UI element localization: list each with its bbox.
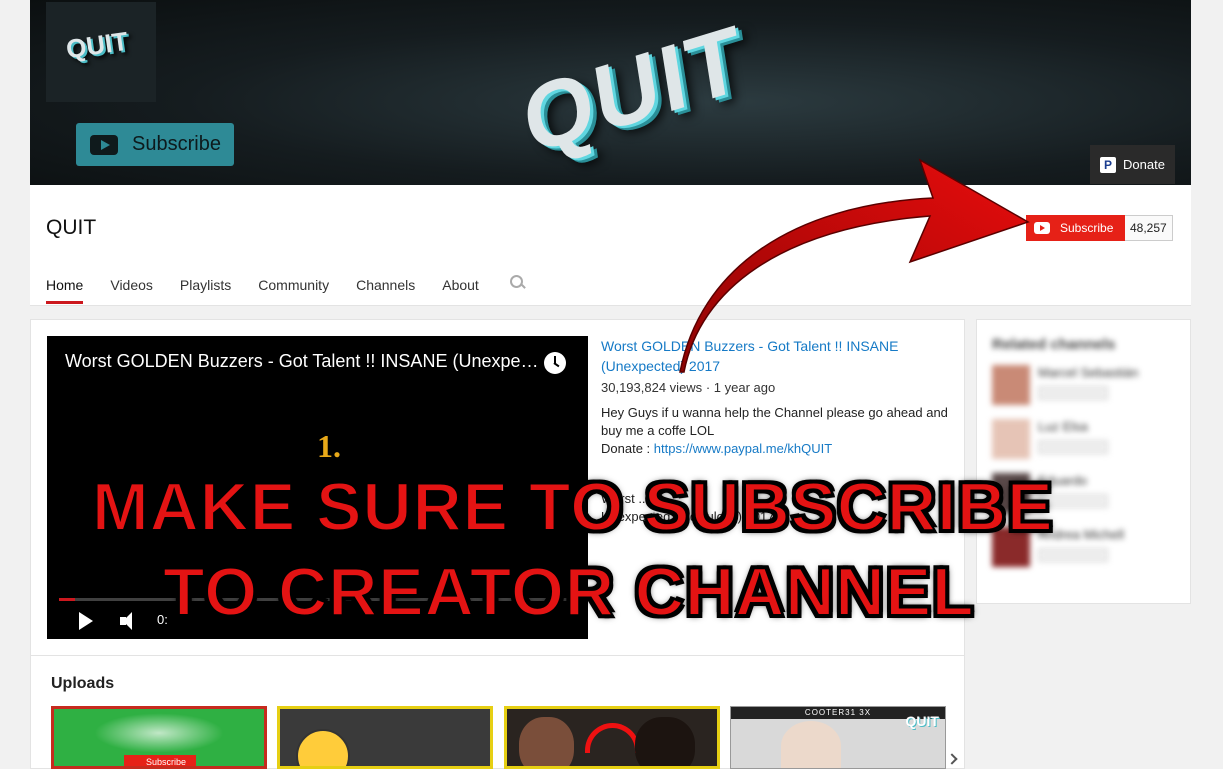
related-avatar — [992, 419, 1030, 459]
related-name: Marcel Sebastián — [1038, 365, 1139, 380]
related-heading: Related channels — [992, 336, 1116, 353]
upload-age: 1 year ago — [713, 380, 776, 395]
play-icon[interactable] — [79, 612, 93, 630]
related-avatar — [992, 365, 1030, 405]
related-channel-item[interactable]: Andrea Michell — [992, 527, 1175, 567]
tab-community[interactable]: Community — [258, 277, 329, 304]
youtube-play-icon — [1034, 222, 1050, 234]
meta-separator: · — [705, 380, 714, 395]
related-channels: Related channels Marcel Sebastián Luz El… — [976, 319, 1191, 604]
search-icon[interactable] — [508, 273, 526, 291]
video-description: Hey Guys if u wanna help the Channel ple… — [601, 404, 956, 458]
thumbnail-subscribe-label: Subscribe — [124, 755, 196, 766]
view-count: 30,193,824 views — [601, 380, 703, 395]
red-arrow-icon — [585, 723, 640, 753]
video-frame-rank: 1. — [317, 428, 341, 464]
subscribe-button-group[interactable]: Subscribe 48,257 — [1026, 215, 1173, 241]
uploads-section: Uploads Subscribe COOTER31 3X QUIT — [30, 656, 965, 769]
video-description-more: Worst ... Unexpected, Ridiculous) 2017 — [601, 490, 956, 526]
tab-about[interactable]: About — [442, 277, 479, 304]
description-extra-line: Worst ... — [601, 491, 650, 506]
description-extra-line: Unexpected, Ridiculous) 2017 — [601, 509, 775, 524]
banner-subscribe-label: Subscribe — [132, 133, 221, 155]
youtube-play-icon — [90, 134, 118, 155]
banner-subscribe-graphic: Subscribe — [76, 123, 234, 166]
thumbnail-person — [635, 717, 695, 766]
tab-playlists[interactable]: Playlists — [180, 277, 231, 304]
related-channel-item[interactable]: Marcel Sebastián — [992, 365, 1175, 405]
description-line: Hey Guys if u wanna help the Channel ple… — [601, 405, 948, 438]
uploads-heading: Uploads — [51, 675, 115, 692]
related-channel-item[interactable]: Eduardo — [992, 473, 1175, 513]
related-subscribe-button[interactable] — [1038, 440, 1108, 454]
related-subscribe-button[interactable] — [1038, 386, 1108, 400]
clock-icon[interactable] — [544, 352, 566, 374]
thumbnail-person — [781, 721, 841, 768]
channel-avatar[interactable]: QUIT — [46, 2, 156, 102]
donate-line: Donate : https://www.paypal.me/khQUIT — [601, 440, 956, 458]
related-blur: Related channels Marcel Sebastián Luz El… — [992, 336, 1175, 567]
related-name: Andrea Michell — [1038, 527, 1124, 542]
tab-videos[interactable]: Videos — [110, 277, 153, 304]
channel-header: QUIT Subscribe 48,257 Home Videos Playli… — [30, 185, 1191, 306]
tab-channels[interactable]: Channels — [356, 277, 415, 304]
subscriber-count: 48,257 — [1125, 215, 1173, 241]
shocked-emoji-icon — [296, 729, 350, 766]
donate-button[interactable]: P Donate — [1090, 145, 1175, 184]
channel-title: QUIT — [46, 216, 97, 239]
related-name: Eduardo — [1038, 473, 1088, 488]
paypal-icon: P — [1100, 156, 1117, 173]
related-avatar — [992, 527, 1030, 567]
chevron-right-icon[interactable] — [946, 752, 956, 766]
related-subscribe-button[interactable] — [1038, 494, 1108, 508]
thumbnail-person — [519, 717, 574, 766]
featured-video-section: Worst GOLDEN Buzzers - Got Talent !! INS… — [30, 319, 965, 656]
tab-home[interactable]: Home — [46, 277, 84, 304]
time-display: 0: — [157, 612, 168, 627]
thumbnail-logo: QUIT — [905, 713, 939, 729]
progress-bar[interactable] — [59, 598, 576, 601]
video-thumbnail[interactable]: COOTER31 3X QUIT — [730, 706, 946, 769]
video-meta: 30,193,824 views · 1 year ago — [601, 378, 956, 397]
progress-fill — [59, 598, 75, 601]
channel-banner: QUIT QUIT Subscribe P Donate — [30, 0, 1191, 185]
banner-logo: QUIT — [516, 5, 751, 175]
subscribe-label: Subscribe — [1060, 221, 1114, 235]
video-thumbnail[interactable] — [504, 706, 720, 769]
related-subscribe-button[interactable] — [1038, 548, 1108, 562]
volume-icon[interactable] — [120, 612, 142, 630]
related-name: Luz Elsa — [1038, 419, 1088, 434]
subscribe-button[interactable]: Subscribe — [1026, 215, 1125, 241]
donate-label: Donate — [1123, 157, 1165, 172]
player-title[interactable]: Worst GOLDEN Buzzers - Got Talent !! INS… — [65, 351, 540, 372]
paypal-link[interactable]: https://www.paypal.me/khQUIT — [654, 441, 832, 456]
video-title-link[interactable]: Worst GOLDEN Buzzers - Got Talent !! INS… — [601, 336, 956, 376]
thumbnail-graphic — [94, 713, 224, 753]
avatar-logo-text: QUIT — [64, 25, 130, 65]
video-thumbnail[interactable] — [277, 706, 493, 769]
video-info: Worst GOLDEN Buzzers - Got Talent !! INS… — [601, 336, 956, 526]
channel-tabs: Home Videos Playlists Community Channels… — [46, 275, 526, 304]
video-thumbnail[interactable]: Subscribe — [51, 706, 267, 769]
video-player[interactable]: Worst GOLDEN Buzzers - Got Talent !! INS… — [47, 336, 588, 639]
donate-prefix: Donate : — [601, 441, 654, 456]
related-channel-item[interactable]: Luz Elsa — [992, 419, 1175, 459]
related-avatar — [992, 473, 1030, 513]
